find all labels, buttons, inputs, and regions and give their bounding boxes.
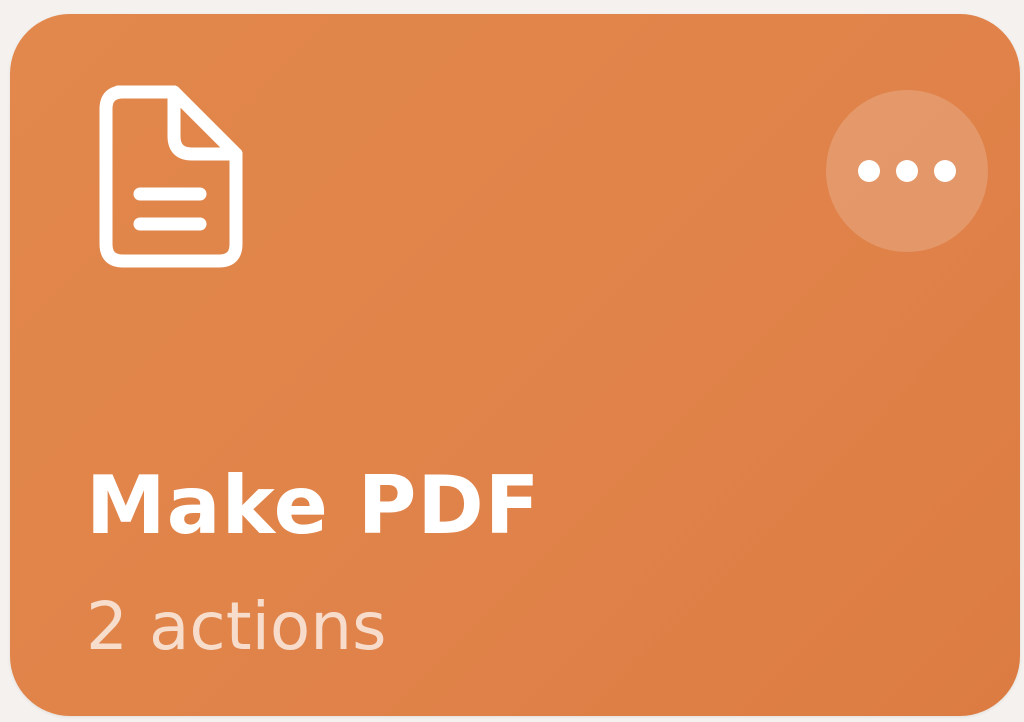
dot: [934, 160, 956, 182]
dot: [896, 160, 918, 182]
document-icon: [96, 84, 246, 269]
more-options-button[interactable]: [826, 90, 988, 252]
dot: [858, 160, 880, 182]
ellipsis-icon: [858, 160, 956, 182]
shortcut-action-count: 2 actions: [86, 588, 387, 665]
page: Make PDF 2 actions: [0, 0, 1024, 722]
shortcut-card[interactable]: Make PDF 2 actions: [10, 14, 1020, 716]
shortcut-title: Make PDF: [86, 459, 541, 552]
